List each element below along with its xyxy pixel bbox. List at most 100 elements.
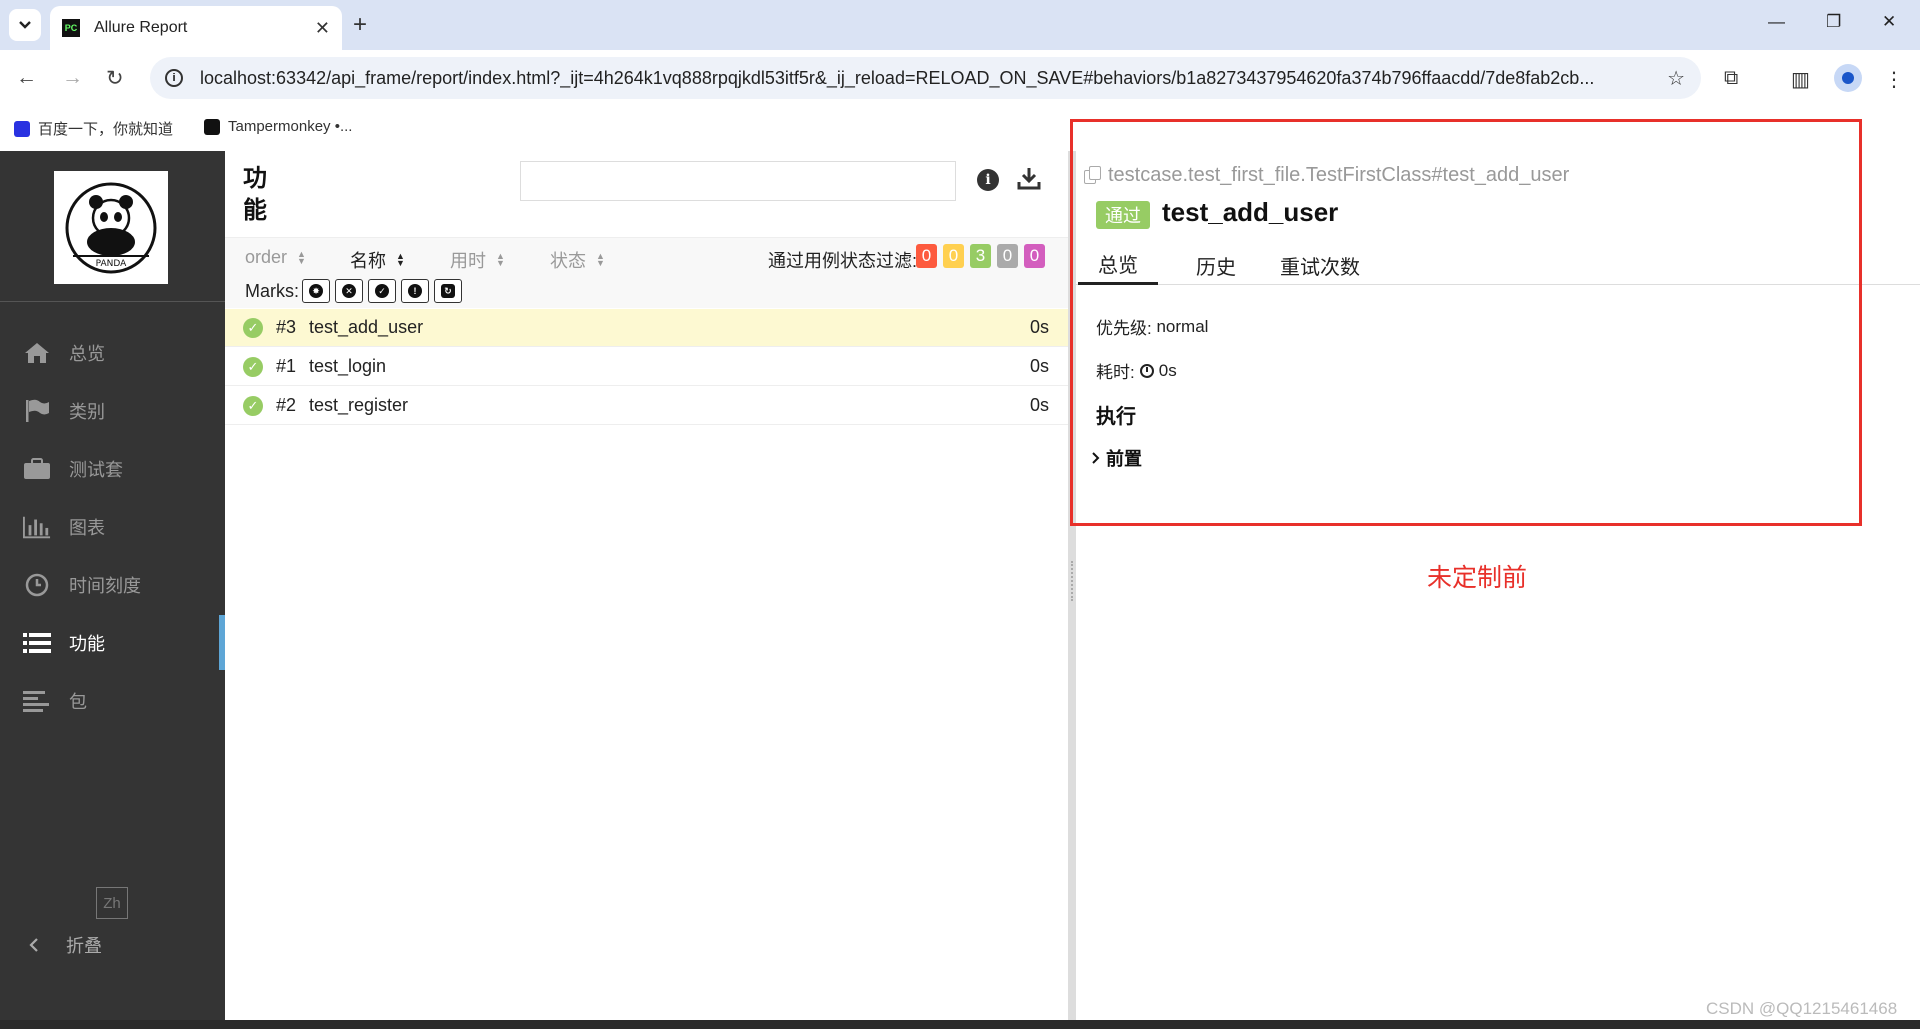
sort-label: 名称 — [350, 251, 386, 271]
chevron-down-icon — [19, 21, 31, 29]
bookmark-tampermonkey[interactable]: Tampermonkey •... — [204, 118, 352, 135]
sort-by-duration[interactable]: 用时 ▲ ▼ — [450, 247, 505, 273]
minimize-icon[interactable]: — — [1768, 12, 1785, 32]
refresh-icon: ↻ — [441, 284, 455, 298]
sidebar-item-graphs[interactable]: 图表 — [0, 499, 225, 554]
reload-icon[interactable]: ↻ — [106, 66, 124, 91]
tab-search-button[interactable] — [9, 9, 41, 41]
broken-count-badge[interactable]: 0 — [943, 244, 964, 268]
language-switch[interactable]: Zh — [96, 887, 128, 919]
allure-logo[interactable]: PANDA — [54, 171, 168, 284]
test-name: test_login — [309, 356, 387, 376]
more-menu-icon[interactable]: ⋮ — [1884, 67, 1904, 92]
check-circle-icon: ✓ — [375, 284, 389, 298]
close-tab-icon[interactable]: ✕ — [315, 18, 330, 39]
priority-value: normal — [1156, 316, 1209, 336]
test-row[interactable]: ✓ #1 test_login 0s — [225, 348, 1068, 386]
new-broken-mark-toggle[interactable]: ! — [401, 279, 429, 303]
clock-icon — [23, 573, 51, 597]
sort-arrows-icon: ▲ ▼ — [596, 251, 605, 268]
sidebar-item-timeline[interactable]: 时间刻度 — [0, 557, 225, 612]
test-name: test_add_user — [309, 317, 424, 337]
fullname-text: testcase.test_first_file.TestFirstClass#… — [1108, 164, 1570, 186]
tree-pane: 功能 i order ▲ ▼ 名称 ▲ ▼ 用时 ▲ ▼ 状态 ▲ ▼ 通过用例状态过滤… — [225, 151, 1068, 1020]
passed-count-badge[interactable]: 3 — [970, 244, 991, 268]
new-tab-button[interactable]: + — [353, 11, 367, 39]
retries-mark-toggle[interactable]: ↻ — [434, 279, 462, 303]
home-icon — [23, 341, 51, 365]
tab-retries[interactable]: 重试次数 — [1260, 245, 1380, 285]
annotation-text: 未定制前 — [1427, 564, 1528, 592]
sidebar-item-label: 功能 — [69, 633, 105, 654]
briefcase-icon — [23, 457, 51, 481]
person-icon — [1842, 72, 1854, 84]
test-duration: 0s — [1029, 317, 1049, 337]
sidebar-item-overview[interactable]: 总览 — [0, 325, 225, 380]
duration-field: 耗时: 0s — [1096, 358, 1177, 383]
exclamation-circle-icon: ! — [408, 284, 422, 298]
sort-arrows-icon: ▲ ▼ — [396, 251, 405, 268]
check-circle-icon: ✓ — [243, 356, 263, 377]
download-icon[interactable] — [1017, 166, 1041, 195]
side-panel-icon[interactable]: ▥ — [1791, 67, 1810, 92]
new-passed-mark-toggle[interactable]: ✓ — [368, 279, 396, 303]
sidebar-item-label: 总览 — [69, 343, 105, 364]
drag-handle-icon[interactable] — [1071, 561, 1073, 601]
check-circle-icon: ✓ — [243, 395, 263, 416]
profile-avatar[interactable] — [1834, 64, 1862, 92]
duration-label: 耗时: — [1096, 363, 1135, 382]
forward-icon[interactable]: → — [62, 66, 83, 90]
times-circle-icon: ✕ — [342, 284, 356, 298]
sort-by-name[interactable]: 名称 ▲ ▼ — [350, 247, 405, 273]
tab-overview[interactable]: 总览 — [1078, 245, 1158, 285]
site-info-icon[interactable]: i — [165, 69, 183, 87]
priority-field: 优先级: normal — [1096, 314, 1208, 339]
skipped-count-badge[interactable]: 0 — [997, 244, 1018, 268]
priority-label: 优先级: — [1096, 319, 1152, 338]
sidebar-item-label: 类别 — [69, 401, 105, 422]
pycharm-favicon-icon: PC — [62, 19, 80, 37]
close-window-icon[interactable]: ✕ — [1882, 12, 1896, 32]
bookmark-baidu[interactable]: 百度一下，你就知道 — [14, 118, 173, 139]
bookmark-label: Tampermonkey •... — [228, 118, 353, 135]
duration-value: 0s — [1158, 360, 1177, 380]
panda-logo-icon: PANDA — [65, 182, 157, 273]
collapse-sidebar-button[interactable]: 折叠 — [28, 932, 102, 958]
sort-by-order[interactable]: order ▲ ▼ — [245, 247, 306, 268]
browser-tab[interactable]: PC Allure Report ✕ — [50, 6, 342, 50]
setup-section-toggle[interactable]: 前置 — [1090, 445, 1142, 471]
sidebar-item-label: 图表 — [69, 517, 105, 538]
align-left-icon — [23, 689, 51, 713]
bookmark-star-icon[interactable]: ☆ — [1667, 66, 1685, 91]
test-duration: 0s — [1029, 356, 1049, 376]
svg-text:PANDA: PANDA — [96, 259, 128, 269]
sidebar-item-categories[interactable]: 类别 — [0, 383, 225, 438]
failed-count-badge[interactable]: 0 — [916, 244, 937, 268]
info-icon[interactable]: i — [977, 169, 999, 191]
test-row[interactable]: ✓ #3 test_add_user 0s — [225, 309, 1068, 347]
sidebar-item-behaviors[interactable]: 功能 — [0, 615, 225, 670]
sidebar-item-packages[interactable]: 包 — [0, 673, 225, 728]
pane-splitter[interactable] — [1068, 151, 1076, 1020]
test-order: #1 — [276, 356, 297, 376]
unknown-count-badge[interactable]: 0 — [1024, 244, 1045, 268]
address-bar[interactable]: i localhost:63342/api_frame/report/index… — [150, 57, 1701, 99]
back-icon[interactable]: ← — [16, 66, 37, 90]
copy-icon[interactable] — [1084, 165, 1104, 186]
bomb-icon: ✸ — [309, 284, 323, 298]
sidebar-item-suites[interactable]: 测试套 — [0, 441, 225, 496]
new-failed-mark-toggle[interactable]: ✕ — [335, 279, 363, 303]
flaky-mark-toggle[interactable]: ✸ — [302, 279, 330, 303]
test-row[interactable]: ✓ #2 test_register 0s — [225, 387, 1068, 425]
list-icon — [23, 631, 51, 655]
search-input[interactable] — [520, 161, 956, 201]
test-name: test_register — [309, 395, 409, 415]
extensions-icon[interactable]: ⧉ — [1724, 67, 1738, 90]
bookmark-label: 百度一下，你就知道 — [38, 121, 174, 138]
tab-history[interactable]: 历史 — [1176, 245, 1256, 285]
sort-label: 状态 — [550, 251, 586, 271]
sort-by-status[interactable]: 状态 ▲ ▼ — [550, 247, 605, 273]
url-text[interactable]: localhost:63342/api_frame/report/index.h… — [200, 68, 1685, 89]
sort-arrows-icon: ▲ ▼ — [297, 248, 306, 266]
restore-icon[interactable]: ❐ — [1826, 12, 1841, 32]
